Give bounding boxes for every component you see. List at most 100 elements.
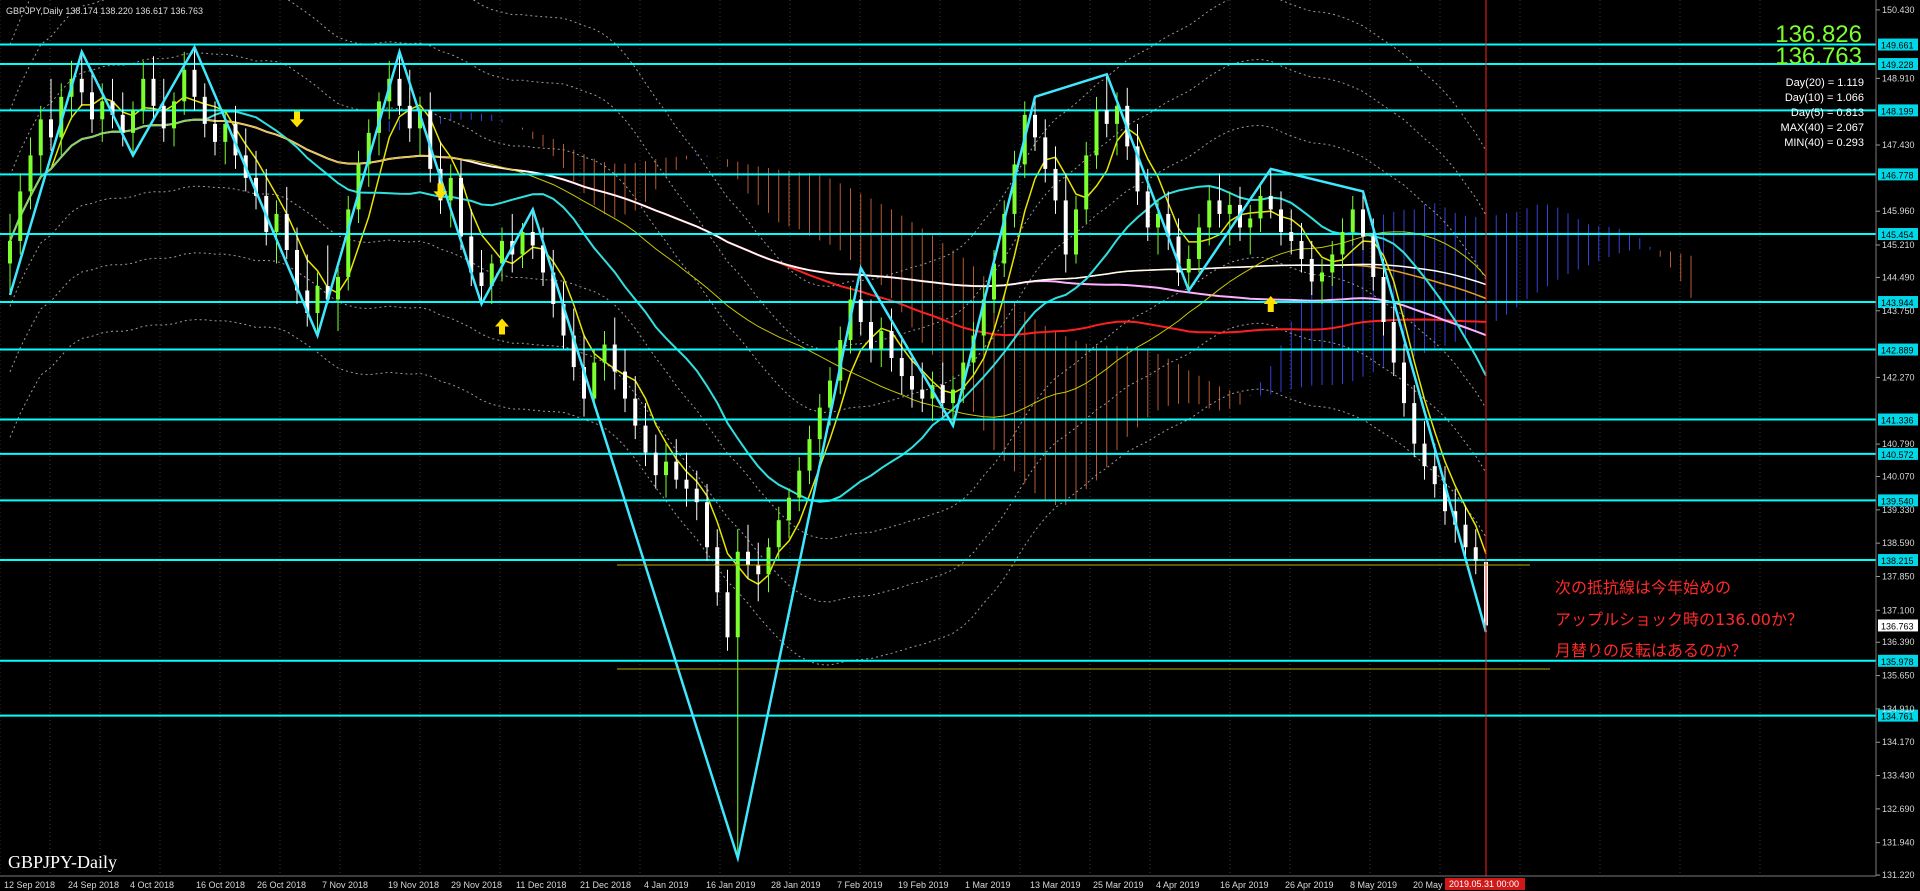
candle-body — [1432, 466, 1437, 485]
candle-body — [1289, 231, 1294, 241]
y-tick-label: 133.430 — [1882, 771, 1915, 781]
y-tick-label: 131.220 — [1882, 870, 1915, 880]
candle-body — [664, 461, 668, 476]
candle-body — [336, 276, 340, 300]
candle-body — [397, 78, 402, 106]
x-tick-label: 4 Apr 2019 — [1156, 880, 1200, 890]
annotation-line-1: 次の抵抗線は今年始めの — [1555, 578, 1731, 597]
y-tick-label: 137.850 — [1882, 571, 1915, 581]
y-tick-label: 134.170 — [1882, 737, 1915, 747]
y-tick-label: 145.210 — [1882, 240, 1915, 250]
candle-body — [797, 470, 802, 498]
y-tick-label: 147.430 — [1882, 140, 1915, 150]
candle-body — [653, 452, 658, 476]
candle-body — [899, 358, 904, 377]
candle-body — [1412, 403, 1417, 444]
candle-body — [1217, 200, 1222, 214]
level-price-label: 135.978 — [1881, 657, 1914, 667]
x-tick-label: 4 Jan 2019 — [644, 880, 689, 890]
x-tick-label: 7 Nov 2018 — [322, 880, 368, 890]
candle-body — [459, 177, 463, 237]
candle-body — [18, 191, 23, 241]
x-tick-label: 19 Nov 2018 — [388, 880, 439, 890]
candle-body — [756, 565, 761, 575]
candle-body — [807, 439, 812, 471]
candle-body — [705, 502, 709, 548]
y-tick-label: 136.390 — [1882, 637, 1915, 647]
candle-body — [1145, 191, 1150, 228]
candle-body — [1371, 236, 1376, 277]
x-tick-label: 7 Feb 2019 — [837, 880, 883, 890]
candle-body — [79, 78, 84, 93]
info-day20: Day(20) = 1.119 — [1786, 77, 1864, 89]
level-price-label: 142.889 — [1881, 346, 1914, 356]
candle-body — [1186, 258, 1191, 273]
candle-body — [1074, 209, 1078, 255]
y-tick-label: 135.650 — [1882, 671, 1915, 681]
candle-body — [951, 389, 955, 404]
level-price-label: 141.336 — [1881, 415, 1914, 425]
candle-body — [1473, 547, 1478, 561]
candle-body — [766, 547, 771, 575]
current-time-label: 2019.05.31 00:00 — [1449, 879, 1519, 889]
candle-body — [161, 105, 166, 129]
candle-body — [213, 123, 217, 142]
candle-body — [1094, 110, 1099, 156]
x-tick-label: 26 Oct 2018 — [257, 880, 306, 890]
candle-body — [1248, 218, 1253, 228]
candle-body — [182, 69, 187, 102]
symbol-ohlc-label: GBPJPY,Daily 138.174 138.220 136.617 136… — [6, 6, 203, 16]
candle-body — [38, 119, 43, 156]
candle-body — [612, 344, 617, 372]
y-tick-label: 139.330 — [1882, 505, 1915, 515]
candle-body — [1340, 231, 1345, 255]
candle-body — [1063, 200, 1068, 255]
price-chart[interactable]: 150.430 149.661 149.228 148.910 148.199 147.4… — [0, 0, 1920, 891]
y-tick-label: 140.790 — [1882, 439, 1915, 449]
candle-body — [694, 488, 699, 503]
level-price-label: 146.778 — [1881, 170, 1914, 180]
candle-body — [274, 213, 279, 232]
candle-body — [1033, 114, 1037, 138]
y-tick-label: 140.070 — [1882, 472, 1915, 482]
level-price-label: 140.572 — [1881, 450, 1914, 460]
candle-body — [284, 213, 289, 250]
candle-body — [1381, 276, 1386, 323]
x-tick-label: 28 Jan 2019 — [771, 880, 821, 890]
candle-body — [725, 592, 730, 638]
close-price: 136.763 — [1775, 43, 1862, 70]
chart-background — [0, 0, 1920, 891]
candle-body — [1197, 227, 1201, 259]
candle-body — [131, 110, 135, 133]
candle-body — [910, 376, 914, 390]
level-price-label: 138.215 — [1881, 556, 1914, 566]
candle-body — [1053, 168, 1058, 201]
candle-body — [643, 425, 648, 453]
info-day5: Day(5) = 0.813 — [1791, 107, 1864, 119]
candle-body — [448, 177, 453, 201]
candle-body — [100, 101, 105, 120]
candle-body — [602, 344, 607, 363]
candle-body — [1391, 322, 1396, 363]
candle-body — [530, 231, 535, 246]
y-tick-label: 132.690 — [1882, 804, 1915, 814]
candle-body — [520, 231, 525, 255]
x-tick-label: 26 Apr 2019 — [1285, 880, 1334, 890]
x-tick-label: 16 Apr 2019 — [1220, 880, 1269, 890]
candle-body — [715, 547, 720, 593]
y-tick-label: 150.430 — [1882, 5, 1915, 15]
candle-body — [28, 155, 33, 192]
candle-body — [202, 96, 207, 124]
candle-body — [592, 362, 597, 399]
current-price-label: 136.763 — [1881, 621, 1914, 631]
candle-body — [1115, 105, 1119, 124]
candle-body — [858, 299, 863, 323]
candle-body — [1309, 258, 1314, 282]
candle-body — [1104, 110, 1109, 124]
candle-body — [141, 78, 146, 111]
candle-body — [1279, 209, 1283, 232]
candle-body — [8, 240, 12, 264]
x-tick-label: 29 Nov 2018 — [451, 880, 502, 890]
candle-body — [776, 520, 781, 548]
candle-body — [920, 389, 925, 399]
